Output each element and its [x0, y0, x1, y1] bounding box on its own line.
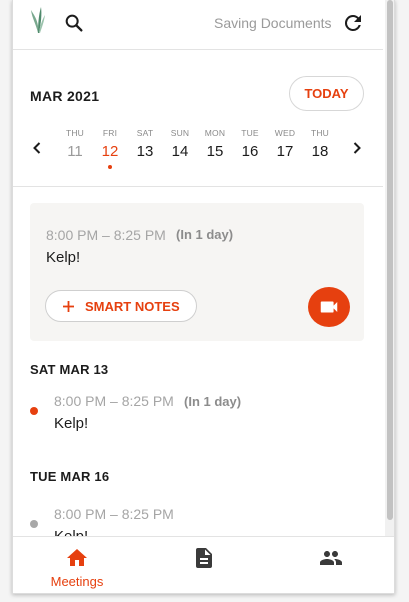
day-thu-18[interactable]: THU 18 — [303, 128, 337, 160]
day-wed-17[interactable]: WED 17 — [268, 128, 302, 160]
date-strip: MAR 2021 TODAY THU 11 FRI 12 SAT 13 SUN 14 MON 15… — [13, 50, 383, 187]
day-number: 11 — [67, 143, 83, 160]
join-video-button[interactable] — [308, 287, 350, 327]
event-status-dot — [30, 520, 38, 528]
day-number: 15 — [206, 143, 224, 160]
home-icon — [67, 549, 87, 566]
selected-day-indicator — [108, 165, 112, 169]
day-name: THU — [310, 128, 330, 138]
day-number: 12 — [101, 143, 119, 160]
meeting-title: Kelp! — [46, 249, 81, 266]
chevron-left-icon[interactable] — [29, 140, 45, 156]
day-name: MON — [204, 128, 226, 138]
day-number: 16 — [241, 143, 259, 160]
today-button[interactable]: TODAY — [289, 76, 364, 111]
tab-people[interactable] — [319, 537, 343, 593]
event-title[interactable]: Kelp! — [54, 415, 88, 432]
top-bar: Saving Documents — [13, 0, 383, 50]
day-name: THU — [65, 128, 85, 138]
day-tue-16[interactable]: TUE 16 — [233, 128, 267, 160]
day-name: SUN — [170, 128, 190, 138]
event-time: 8:00 PM – 8:25 PM — [54, 506, 174, 522]
app-window: Saving Documents MAR 2021 TODAY THU 11 FRI… — [12, 0, 395, 594]
video-camera-icon — [320, 301, 338, 313]
meeting-relative-time: (In 1 day) — [176, 227, 234, 242]
day-name: FRI — [102, 128, 118, 138]
plus-icon — [63, 300, 74, 312]
day-thu-11[interactable]: THU 11 — [58, 128, 92, 160]
current-meeting-card[interactable]: 8:00 PM – 8:25 PM (In 1 day) Kelp! SMART… — [30, 203, 364, 341]
saving-status: Saving Documents — [214, 15, 332, 31]
event-relative-time: (In 1 day) — [184, 394, 242, 409]
day-sat-13[interactable]: SAT 13 — [128, 128, 162, 160]
leaf-logo-icon[interactable] — [29, 4, 47, 34]
refresh-icon[interactable] — [341, 11, 365, 35]
event-status-dot — [30, 407, 38, 415]
document-icon — [196, 548, 212, 568]
day-number: 14 — [171, 143, 189, 160]
day-sun-14[interactable]: SUN 14 — [163, 128, 197, 160]
day-number: 13 — [136, 143, 154, 160]
tab-meetings-label: Meetings — [50, 574, 104, 589]
day-number: 18 — [311, 143, 329, 160]
chevron-right-icon[interactable] — [349, 140, 365, 156]
meeting-time: 8:00 PM – 8:25 PM — [46, 227, 166, 243]
smart-notes-button[interactable]: SMART NOTES — [45, 290, 197, 322]
scrollbar[interactable] — [385, 0, 394, 536]
bottom-nav: Meetings — [13, 536, 394, 593]
day-name: SAT — [136, 128, 154, 138]
day-fri-12[interactable]: FRI 12 — [93, 128, 127, 169]
tab-documents[interactable] — [192, 537, 216, 593]
day-mon-15[interactable]: MON 15 — [198, 128, 232, 160]
section-heading: SAT MAR 13 — [30, 362, 109, 377]
event-time: 8:00 PM – 8:25 PM — [54, 393, 174, 409]
day-name: TUE — [241, 128, 259, 138]
day-name: WED — [274, 128, 296, 138]
tab-meetings[interactable]: Meetings — [42, 537, 112, 593]
day-number: 17 — [276, 143, 294, 160]
search-icon[interactable] — [63, 12, 85, 34]
people-icon — [320, 551, 342, 565]
section-heading: TUE MAR 16 — [30, 469, 110, 484]
smart-notes-label: SMART NOTES — [85, 298, 180, 314]
scrollbar-thumb[interactable] — [387, 0, 393, 520]
month-label: MAR 2021 — [30, 88, 100, 104]
